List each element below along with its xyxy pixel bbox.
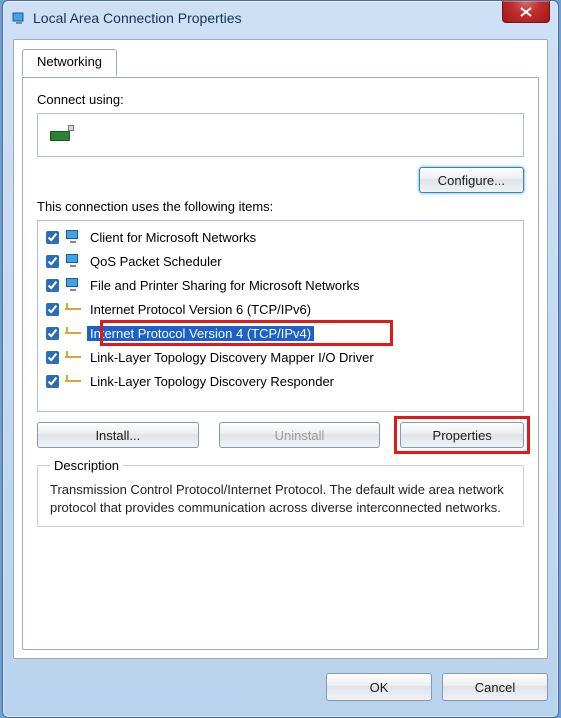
tab-strip: Networking	[14, 40, 547, 78]
list-item[interactable]: Link-Layer Topology Discovery Responder	[40, 369, 521, 393]
close-button[interactable]	[502, 1, 550, 23]
list-item[interactable]: QoS Packet Scheduler	[40, 249, 521, 273]
protocol-icon	[65, 373, 81, 389]
window-icon	[11, 10, 27, 26]
list-item[interactable]: File and Printer Sharing for Microsoft N…	[40, 273, 521, 297]
item-label: Internet Protocol Version 6 (TCP/IPv6)	[87, 302, 314, 317]
adapter-box	[37, 113, 524, 157]
item-label: File and Printer Sharing for Microsoft N…	[87, 278, 362, 293]
list-item[interactable]: Client for Microsoft Networks	[40, 225, 521, 249]
description-text: Transmission Control Protocol/Internet P…	[50, 481, 511, 516]
install-button[interactable]: Install...	[37, 422, 199, 448]
list-item-selected[interactable]: Internet Protocol Version 4 (TCP/IPv4)	[40, 321, 521, 345]
list-item[interactable]: Internet Protocol Version 6 (TCP/IPv6)	[40, 297, 521, 321]
dialog-window: Local Area Connection Properties Network…	[2, 0, 559, 718]
protocol-icon	[65, 301, 81, 317]
item-checkbox[interactable]	[46, 375, 59, 388]
tab-panel: Connect using: Configure... This connect…	[22, 77, 539, 650]
item-label: Link-Layer Topology Discovery Responder	[87, 374, 337, 389]
tab-networking[interactable]: Networking	[22, 49, 117, 76]
item-checkbox[interactable]	[46, 303, 59, 316]
uninstall-button: Uninstall	[219, 422, 381, 448]
item-label: Client for Microsoft Networks	[87, 230, 259, 245]
ok-button[interactable]: OK	[326, 673, 432, 701]
connect-using-label: Connect using:	[37, 92, 524, 107]
cancel-button[interactable]: Cancel	[442, 673, 548, 701]
client-area: Networking Connect using: Configure... T…	[13, 39, 548, 659]
item-checkbox[interactable]	[46, 255, 59, 268]
network-card-icon	[48, 125, 74, 145]
items-listbox[interactable]: Client for Microsoft Networks QoS Packet…	[37, 220, 524, 412]
item-checkbox[interactable]	[46, 351, 59, 364]
dialog-footer: OK Cancel	[13, 667, 548, 707]
item-label: Link-Layer Topology Discovery Mapper I/O…	[87, 350, 377, 365]
item-checkbox[interactable]	[46, 327, 59, 340]
item-label: QoS Packet Scheduler	[87, 254, 225, 269]
description-legend: Description	[50, 458, 123, 473]
protocol-icon	[65, 325, 81, 341]
monitor-icon	[65, 253, 81, 269]
protocol-icon	[65, 349, 81, 365]
item-checkbox[interactable]	[46, 231, 59, 244]
monitor-icon	[65, 277, 81, 293]
properties-button[interactable]: Properties	[400, 422, 524, 448]
items-label: This connection uses the following items…	[37, 199, 524, 214]
monitor-icon	[65, 229, 81, 245]
window-title: Local Area Connection Properties	[33, 10, 502, 26]
configure-button[interactable]: Configure...	[419, 167, 524, 193]
description-group: Description Transmission Control Protoco…	[37, 458, 524, 527]
titlebar: Local Area Connection Properties	[3, 1, 558, 35]
item-label: Internet Protocol Version 4 (TCP/IPv4)	[87, 326, 314, 341]
item-checkbox[interactable]	[46, 279, 59, 292]
list-item[interactable]: Link-Layer Topology Discovery Mapper I/O…	[40, 345, 521, 369]
